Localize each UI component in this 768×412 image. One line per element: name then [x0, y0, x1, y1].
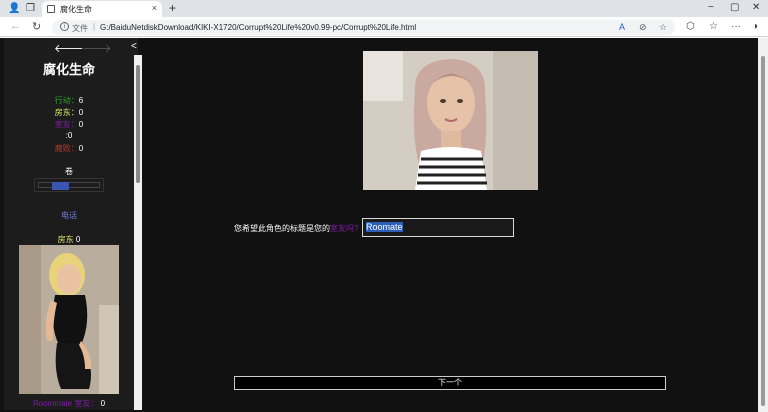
browser-toolbar: ← ↻ i 文件 | G:/BaiduNetdiskDownload/KIKI-… [0, 17, 768, 37]
url-separator: | [93, 22, 96, 31]
profile-icon[interactable]: 👤 [8, 3, 20, 14]
game-area: 🡐 🡒 腐化生命 行动：6 房东：0 室友：0 :0 腐败：0 卷 电话 房东 … [0, 38, 768, 412]
extension-icon[interactable]: ⊘ [639, 22, 647, 33]
history-forward-button[interactable]: 🡒 [82, 41, 112, 55]
tab-close-icon[interactable]: × [152, 3, 157, 13]
read-aloud-icon[interactable]: A [619, 22, 625, 32]
role-title-value[interactable]: Roomate [366, 222, 403, 232]
landlord-portrait-image [19, 245, 119, 394]
history-back-button[interactable]: 🡐 [54, 41, 84, 55]
stat-actions: 行动：6 [54, 96, 84, 105]
minimize-button[interactable]: − [708, 2, 714, 13]
favorite-star-icon[interactable]: ☆ [659, 22, 667, 33]
refresh-button[interactable]: ↻ [32, 20, 41, 33]
sidebar-collapse-button[interactable]: < [131, 41, 137, 52]
landlord-stat: 房东 0 [57, 235, 81, 244]
main-scrollbar[interactable] [758, 38, 768, 412]
browser-tab-bar: 👤 ❐ 腐化生命 × + − ▢ ✕ [0, 0, 768, 17]
url-protocol: 文件 [72, 24, 88, 33]
stat-roommate: 室友：0 [54, 120, 84, 129]
role-title-input[interactable]: Roomate [362, 218, 514, 237]
browser-tab[interactable]: 腐化生命 × [42, 1, 162, 17]
phone-link[interactable]: 电话 [4, 210, 134, 221]
new-tab-button[interactable]: + [169, 1, 176, 15]
roommate-stat: Roommate 室友： 0 [32, 399, 106, 408]
url-text[interactable]: G:/BaiduNetdiskDownload/KIKI-X1720/Corru… [100, 23, 416, 32]
tab-actions-icon[interactable]: ❐ [26, 3, 35, 14]
landlord-portrait [19, 245, 119, 394]
volume-label: 卷 [65, 167, 73, 176]
sidebar-scrollbar[interactable] [134, 55, 142, 410]
sidebar: 🡐 🡒 腐化生命 行动：6 房东：0 室友：0 :0 腐败：0 卷 电话 房东 … [4, 38, 138, 410]
main-scroll-thumb[interactable] [761, 56, 765, 406]
title-prompt: 您希望此角色的标题是您的室友吗? [234, 224, 359, 233]
sidebar-scroll-thumb[interactable] [136, 65, 140, 183]
character-photo-image [363, 51, 538, 190]
character-photo [363, 51, 538, 190]
copilot-icon[interactable]: ◑ [752, 21, 758, 32]
stat-blank: :0 [65, 131, 73, 140]
window-close-button[interactable]: ✕ [752, 2, 760, 13]
back-button[interactable]: ← [10, 20, 21, 32]
page-favicon-icon [47, 5, 55, 13]
favorites-icon[interactable]: ☆ [709, 21, 718, 32]
next-button[interactable]: 下一个 [234, 376, 666, 390]
stat-landlord: 房东：0 [54, 108, 84, 117]
volume-slider[interactable] [34, 178, 104, 192]
menu-button[interactable]: ··· [731, 21, 741, 32]
browser-extension-icon[interactable]: ⬡ [686, 21, 695, 32]
tab-title: 腐化生命 [60, 5, 92, 14]
volume-handle[interactable] [52, 182, 70, 190]
info-icon[interactable]: i [60, 22, 69, 31]
address-bar[interactable]: i 文件 | G:/BaiduNetdiskDownload/KIKI-X172… [52, 20, 675, 35]
stat-corruption: 腐败：0 [54, 144, 84, 153]
maximize-button[interactable]: ▢ [730, 2, 739, 13]
story-title: 腐化生命 [42, 62, 95, 77]
